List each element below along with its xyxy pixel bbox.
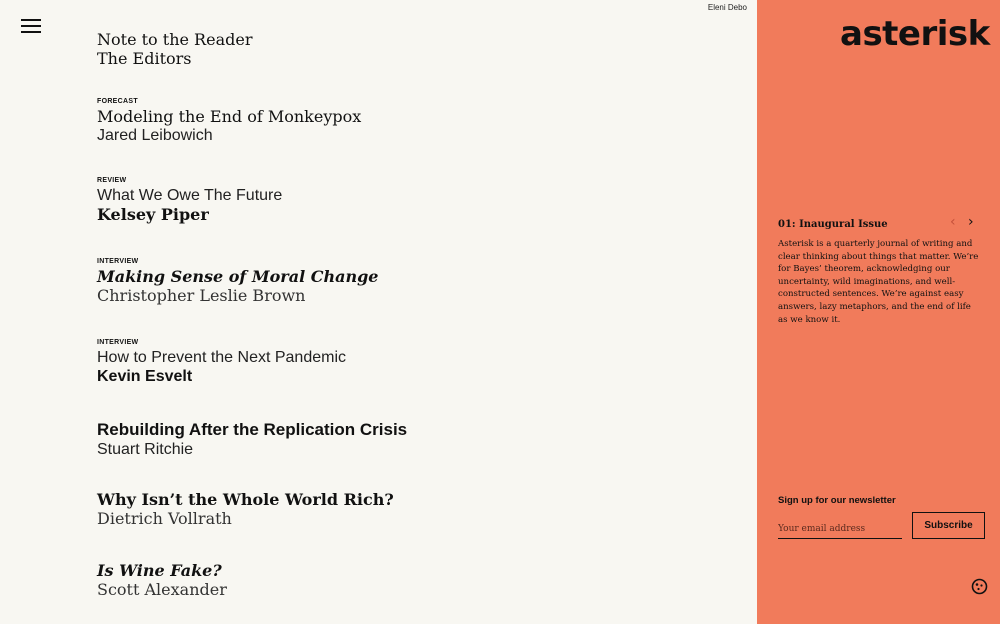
article-title[interactable]: Note to the Reader [97,30,697,49]
issue-description: Asterisk is a quarterly journal of writi… [778,239,979,325]
issue-title: 01: Inaugural Issue [778,219,888,230]
article-author[interactable]: The Editors [97,49,697,68]
subscribe-button[interactable]: Subscribe [912,512,985,539]
article-title[interactable]: How to Prevent the Next Pandemic [97,348,697,367]
article-author[interactable]: Scott Alexander [97,580,697,599]
cookie-icon[interactable] [971,578,988,595]
article-author[interactable]: Jared Leibowich [97,126,697,145]
toc-entry-moral-change[interactable]: INTERVIEW Making Sense of Moral Change C… [97,257,697,305]
email-input[interactable] [778,516,902,539]
article-author[interactable]: Dietrich Vollrath [97,509,697,528]
article-author[interactable]: Christopher Leslie Brown [97,286,697,305]
article-kicker: INTERVIEW [97,339,139,346]
newsletter-label: Sign up for our newsletter [778,495,896,506]
image-credit: Eleni Debo [707,3,747,12]
article-title[interactable]: Modeling the End of Monkeypox [97,107,697,126]
article-author[interactable]: Kelsey Piper [97,205,697,224]
article-author[interactable]: Kevin Esvelt [97,367,697,386]
article-kicker: REVIEW [97,177,127,184]
chevron-left-icon[interactable]: ‹ [950,214,956,230]
contents-panel: Eleni Debo Note to the Reader The Editor… [0,0,757,624]
site-logo[interactable]: asterisk [840,14,990,54]
article-title[interactable]: Rebuilding After the Replication Crisis [97,420,697,440]
article-kicker: FORECAST [97,98,138,105]
article-author[interactable]: Stuart Ritchie [97,440,697,459]
article-title[interactable]: Is Wine Fake? [97,561,697,580]
toc-entry-monkeypox[interactable]: FORECAST Modeling the End of Monkeypox J… [97,97,697,145]
hamburger-menu-icon[interactable] [21,19,41,33]
article-title[interactable]: What We Owe The Future [97,186,697,205]
toc-entry-wine[interactable]: Is Wine Fake? Scott Alexander [97,561,697,599]
toc-entry-replication[interactable]: Rebuilding After the Replication Crisis … [97,420,697,459]
toc-entry-note[interactable]: Note to the Reader The Editors [97,30,697,68]
toc-entry-pandemic[interactable]: INTERVIEW How to Prevent the Next Pandem… [97,338,697,386]
article-kicker: INTERVIEW [97,258,139,265]
article-title[interactable]: Why Isn’t the Whole World Rich? [97,490,697,509]
toc-entry-world-rich[interactable]: Why Isn’t the Whole World Rich? Dietrich… [97,490,697,528]
toc-entry-future[interactable]: REVIEW What We Owe The Future Kelsey Pip… [97,176,697,224]
article-title[interactable]: Making Sense of Moral Change [97,267,697,286]
chevron-right-icon[interactable]: › [968,214,974,230]
